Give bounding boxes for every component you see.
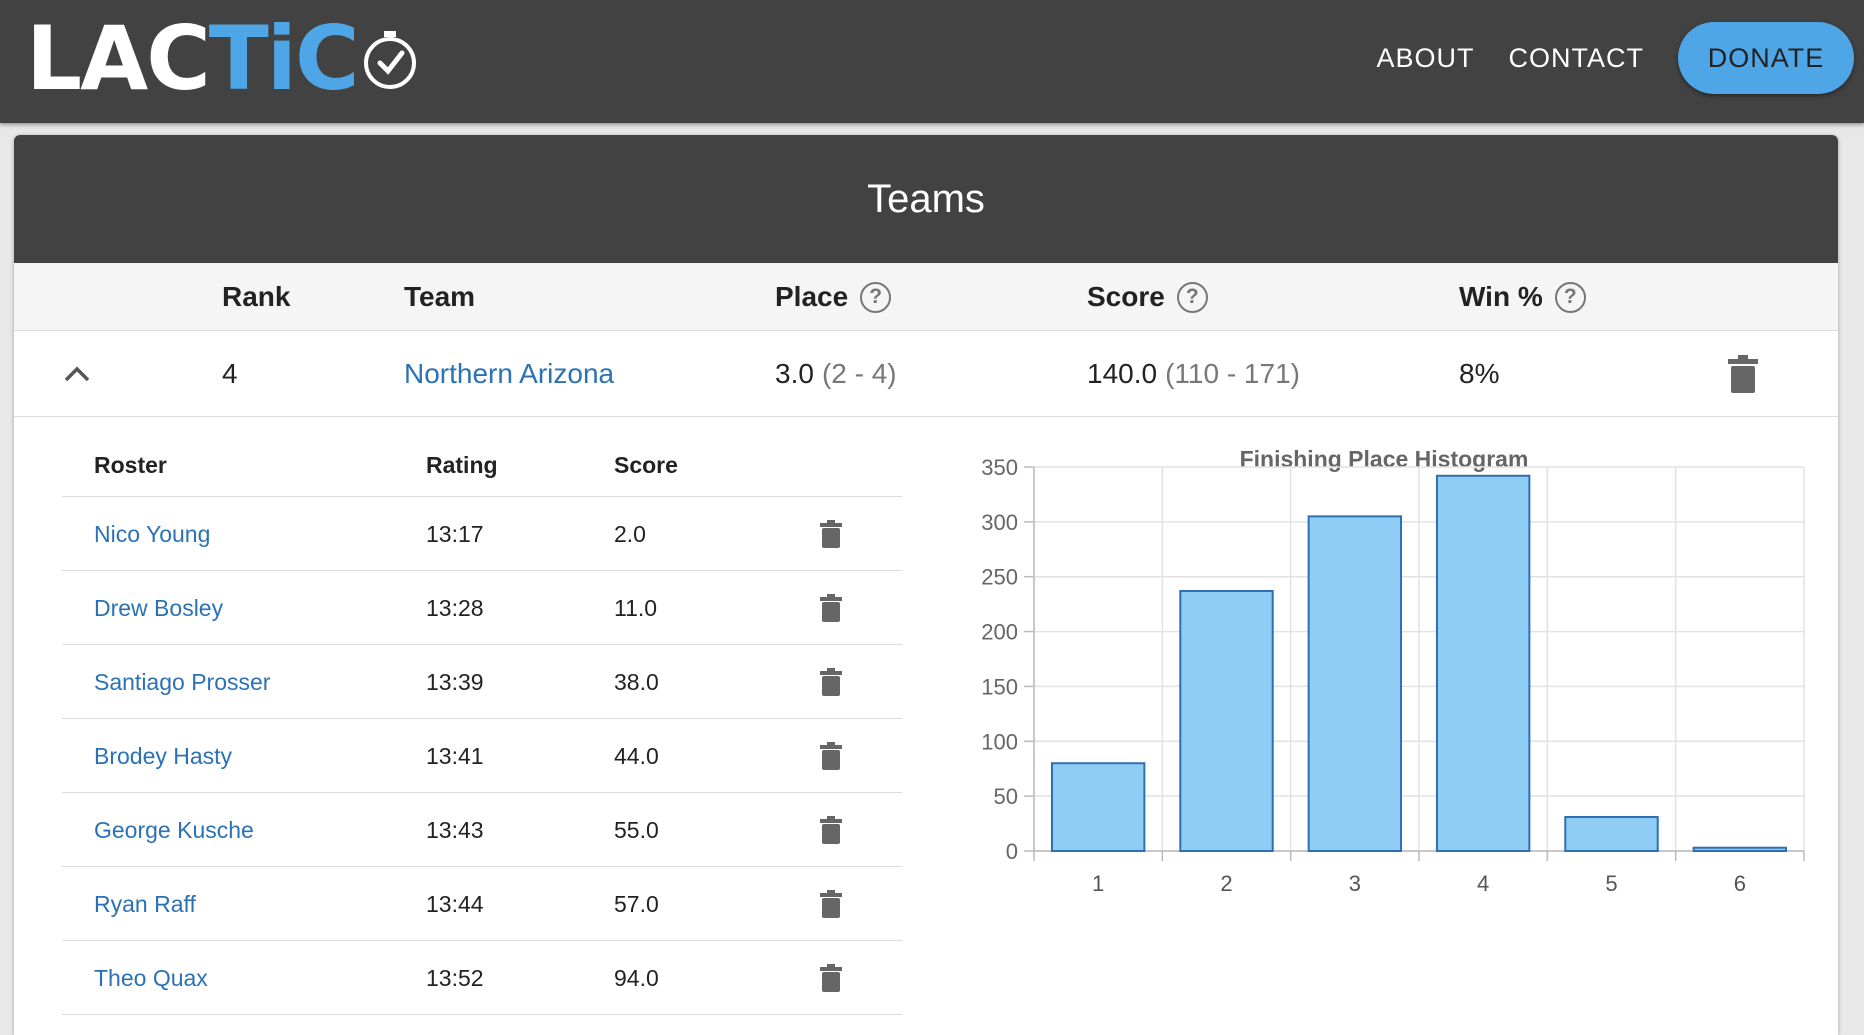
roster-header-name: Roster [94, 451, 167, 478]
laactic-logo[interactable]: LACTiC [26, 14, 422, 104]
athlete-rating: 13:17 [426, 520, 484, 547]
x-tick-label: 2 [1220, 871, 1232, 896]
histogram-bar[interactable] [1307, 515, 1403, 852]
athlete-rating: 13:44 [426, 890, 484, 917]
roster-table: Roster Rating Score Nico Young 13:17 2.0 Dr… [62, 433, 902, 1015]
roster-row: George Kusche 13:43 55.0 [62, 793, 902, 867]
roster-header: Roster Rating Score [62, 433, 902, 497]
x-tick-label: 6 [1734, 871, 1746, 896]
team-name-link[interactable]: Northern Arizona [404, 331, 614, 417]
nav-contact-link[interactable]: CONTACT [1509, 43, 1645, 74]
athlete-name-link[interactable]: George Kusche [94, 793, 254, 867]
roster-header-score: Score [614, 451, 678, 478]
finishing-place-histogram: Finishing Place Histogram 0 50 100 150 200 25… [944, 437, 1824, 1035]
top-navbar: LACTiC ABOUT CONTACT DONATE [0, 0, 1864, 123]
athlete-name-link[interactable]: Nico Young [94, 497, 210, 571]
teams-table-header: Rank Team Place ? Score ? Win % ? [14, 263, 1838, 331]
athlete-score: 11.0 [614, 594, 658, 621]
athlete-rating: 13:52 [426, 964, 484, 991]
column-header-score[interactable]: Score ? [1087, 263, 1208, 331]
teams-card: Teams Rank Team Place ? Score ? Win % ? … [14, 135, 1838, 1035]
x-tick-label: 5 [1605, 871, 1617, 896]
column-header-team[interactable]: Team [404, 263, 475, 331]
team-detail: Roster Rating Score Nico Young 13:17 2.0 Dr… [14, 417, 1838, 1035]
logo-wordmark: LACTiC [26, 7, 360, 110]
win-help-icon[interactable]: ? [1554, 281, 1586, 313]
card-title: Teams [867, 176, 985, 221]
histogram-bar[interactable] [1179, 589, 1274, 852]
delete-athlete-icon[interactable] [820, 793, 842, 867]
histogram-bar[interactable] [1050, 762, 1146, 853]
y-tick-label: 150 [981, 674, 1018, 699]
card-header: Teams [14, 135, 1838, 263]
delete-team-icon[interactable] [1728, 331, 1758, 417]
delete-athlete-icon[interactable] [820, 941, 842, 1015]
y-tick-label: 50 [994, 784, 1018, 809]
nav-about-link[interactable]: ABOUT [1376, 43, 1474, 74]
place-help-icon[interactable]: ? [860, 281, 892, 313]
delete-athlete-icon[interactable] [820, 867, 842, 941]
column-header-place[interactable]: Place ? [775, 263, 892, 331]
delete-athlete-icon[interactable] [820, 719, 842, 793]
roster-row: Ryan Raff 13:44 57.0 [62, 867, 902, 941]
athlete-rating: 13:39 [426, 668, 484, 695]
athlete-score: 2.0 [614, 520, 646, 547]
stopwatch-icon [363, 31, 416, 89]
athlete-name-link[interactable]: Brodey Hasty [94, 719, 232, 793]
athlete-name-link[interactable]: Santiago Prosser [94, 645, 270, 719]
y-tick-label: 350 [981, 455, 1018, 480]
histogram-bar[interactable] [1692, 846, 1788, 852]
histogram-svg: 0 50 100 150 200 250 300 350 1 2 3 4 5 6 [981, 455, 1805, 896]
delete-athlete-icon[interactable] [820, 645, 842, 719]
y-tick-label: 300 [981, 510, 1018, 535]
team-rank: 4 [222, 358, 238, 389]
delete-athlete-icon[interactable] [820, 497, 842, 571]
histogram-bar[interactable] [1435, 474, 1531, 853]
y-tick-label: 250 [981, 565, 1018, 590]
roster-row: Theo Quax 13:52 94.0 [62, 941, 902, 1015]
athlete-score: 38.0 [614, 668, 659, 695]
delete-athlete-icon[interactable] [820, 571, 842, 645]
roster-row: Brodey Hasty 13:41 44.0 [62, 719, 902, 793]
athlete-rating: 13:41 [426, 742, 484, 769]
athlete-rating: 13:43 [426, 816, 484, 843]
y-tick-label: 0 [1006, 839, 1018, 864]
roster-row: Drew Bosley 13:28 11.0 [62, 571, 902, 645]
team-place-range: (2 - 4) [821, 358, 897, 389]
column-header-rank[interactable]: Rank [222, 263, 290, 331]
roster-row: Santiago Prosser 13:39 38.0 [62, 645, 902, 719]
nav-links: ABOUT CONTACT DONATE [1376, 22, 1854, 94]
team-score-range: (110 - 171) [1165, 358, 1300, 389]
x-tick-label: 1 [1092, 871, 1104, 896]
donate-button[interactable]: DONATE [1678, 22, 1854, 94]
team-row: 4 Northern Arizona 3.0 (2 - 4) 140.0 (11… [14, 331, 1838, 417]
y-tick-label: 100 [981, 729, 1018, 754]
team-place-value: 3.0 [775, 358, 814, 389]
x-tick-label: 4 [1477, 871, 1489, 896]
athlete-name-link[interactable]: Ryan Raff [94, 867, 196, 941]
roster-row: Nico Young 13:17 2.0 [62, 497, 902, 571]
team-place: 3.0 (2 - 4) [775, 331, 897, 417]
athlete-rating: 13:28 [426, 594, 484, 621]
athlete-score: 57.0 [614, 890, 659, 917]
athlete-score: 44.0 [614, 742, 659, 769]
team-score-value: 140.0 [1087, 358, 1158, 389]
histogram-bar[interactable] [1564, 815, 1659, 853]
score-help-icon[interactable]: ? [1176, 281, 1208, 313]
roster-header-rating: Rating [426, 451, 498, 478]
team-win-percent: 8% [1459, 358, 1500, 389]
x-tick-label: 3 [1349, 871, 1361, 896]
y-tick-label: 200 [981, 620, 1018, 645]
collapse-chevron-icon[interactable] [62, 331, 92, 417]
athlete-name-link[interactable]: Theo Quax [94, 941, 208, 1015]
athlete-score: 55.0 [614, 816, 659, 843]
athlete-name-link[interactable]: Drew Bosley [94, 571, 223, 645]
column-header-win[interactable]: Win % ? [1459, 263, 1586, 331]
team-score: 140.0 (110 - 171) [1087, 331, 1300, 417]
athlete-score: 94.0 [614, 964, 659, 991]
